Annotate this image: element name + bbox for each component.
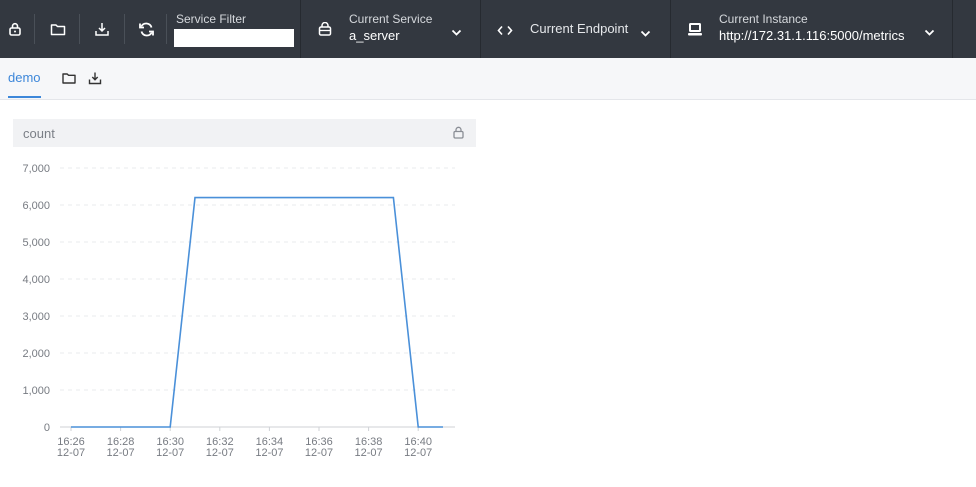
toolbar-divider bbox=[124, 14, 125, 44]
panel-header[interactable]: count bbox=[13, 119, 476, 147]
download-icon[interactable] bbox=[88, 71, 102, 90]
current-service-select[interactable]: Current Service a_server bbox=[301, 0, 480, 58]
y-tick-label: 7,000 bbox=[22, 163, 50, 175]
chevron-down-icon bbox=[451, 24, 462, 42]
x-tick-date: 12-07 bbox=[107, 447, 135, 459]
folder-icon[interactable] bbox=[44, 0, 72, 58]
computer-icon bbox=[687, 21, 703, 42]
current-endpoint-select[interactable]: Current Endpoint bbox=[481, 0, 670, 58]
y-tick-label: 1,000 bbox=[22, 385, 50, 397]
y-tick-label: 5,000 bbox=[22, 237, 50, 249]
service-filter-label: Service Filter bbox=[176, 12, 247, 26]
x-tick-date: 12-07 bbox=[57, 447, 85, 459]
service-filter-input[interactable] bbox=[174, 29, 294, 47]
y-tick-label: 6,000 bbox=[22, 200, 50, 212]
tab-demo[interactable]: demo bbox=[8, 70, 41, 85]
x-tick-date: 12-07 bbox=[206, 447, 234, 459]
current-instance-value: http://172.31.1.116:5000/metrics bbox=[719, 28, 905, 43]
active-tab-indicator bbox=[8, 96, 41, 98]
y-tick-label: 2,000 bbox=[22, 348, 50, 360]
count-series-line bbox=[71, 196, 443, 428]
toolbar-divider bbox=[952, 0, 953, 58]
code-icon bbox=[497, 23, 513, 41]
toolbar-divider bbox=[166, 14, 167, 44]
folder-icon[interactable] bbox=[62, 71, 76, 89]
refresh-icon[interactable] bbox=[132, 0, 160, 58]
service-icon bbox=[318, 21, 332, 41]
chevron-down-icon bbox=[924, 24, 935, 42]
y-tick-label: 4,000 bbox=[22, 274, 50, 286]
toolbar-divider bbox=[34, 14, 35, 44]
chevron-down-icon bbox=[640, 25, 651, 43]
x-tick-date: 12-07 bbox=[156, 447, 184, 459]
y-tick-label: 0 bbox=[44, 422, 50, 434]
x-tick-date: 12-07 bbox=[255, 447, 283, 459]
dashboard-tab-bar: demo bbox=[0, 58, 976, 100]
current-service-value: a_server bbox=[349, 28, 400, 43]
panel-title: count bbox=[23, 126, 55, 141]
current-instance-select[interactable]: Current Instance http://172.31.1.116:500… bbox=[671, 0, 950, 58]
lock-icon[interactable] bbox=[453, 126, 464, 144]
current-endpoint-label: Current Endpoint bbox=[530, 21, 629, 36]
current-service-label: Current Service bbox=[349, 12, 433, 26]
x-tick-date: 12-07 bbox=[404, 447, 432, 459]
count-line-chart: 01,0002,0003,0004,0005,0006,0007,00016:2… bbox=[22, 163, 455, 459]
lock-icon[interactable] bbox=[2, 0, 28, 58]
x-tick-date: 12-07 bbox=[355, 447, 383, 459]
current-instance-label: Current Instance bbox=[719, 12, 808, 26]
download-icon[interactable] bbox=[88, 0, 116, 58]
x-tick-date: 12-07 bbox=[305, 447, 333, 459]
y-tick-label: 3,000 bbox=[22, 311, 50, 323]
top-toolbar: Service Filter Current Service a_server … bbox=[0, 0, 976, 58]
toolbar-divider bbox=[79, 14, 80, 44]
